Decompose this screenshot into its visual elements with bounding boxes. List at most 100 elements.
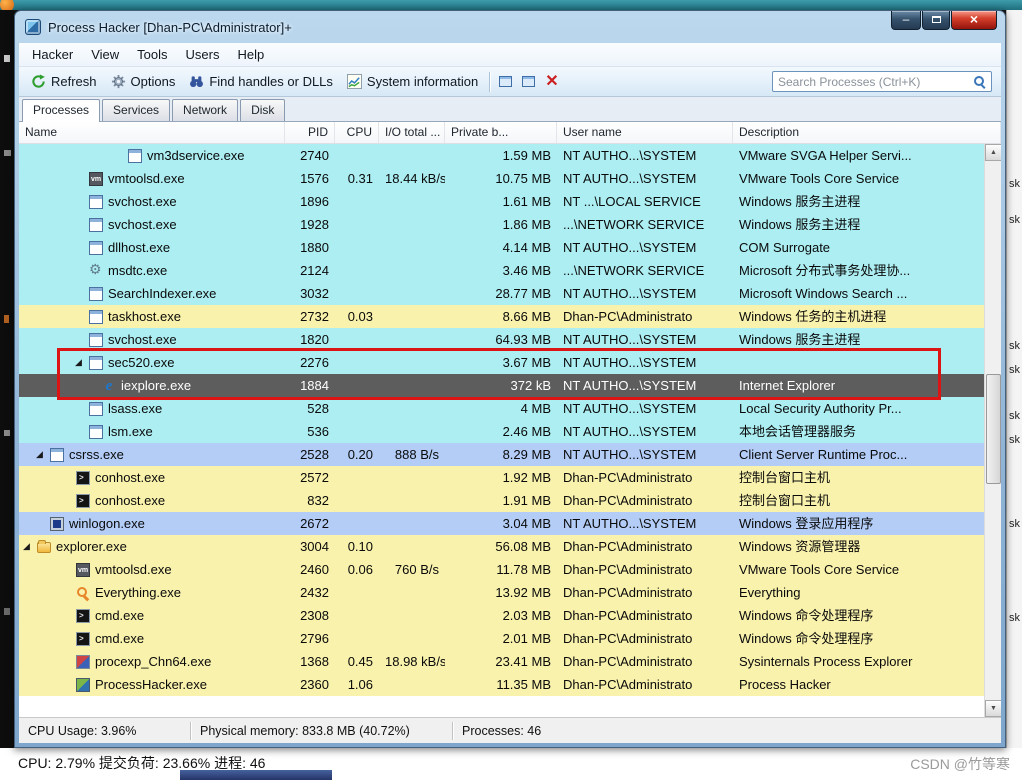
process-row[interactable]: vmtoolsd.exe 1576 0.31 18.44 kB/s 10.75 … bbox=[19, 167, 984, 190]
maximize-button[interactable] bbox=[922, 11, 950, 30]
window-tool-button-1[interactable] bbox=[494, 73, 517, 90]
process-cpu bbox=[335, 489, 379, 512]
process-name-cell: conhost.exe bbox=[19, 466, 285, 489]
process-row[interactable]: taskhost.exe 2732 0.03 8.66 MB Dhan-PC\A… bbox=[19, 305, 984, 328]
process-row[interactable]: iexplore.exe 1884 372 kB NT AUTHO...\SYS… bbox=[19, 374, 984, 397]
taskbar-fragment bbox=[180, 770, 332, 780]
minimize-button[interactable]: – bbox=[891, 11, 921, 30]
process-description: Windows 资源管理器 bbox=[733, 535, 984, 558]
process-cpu bbox=[335, 466, 379, 489]
menu-item[interactable]: View bbox=[82, 44, 128, 65]
tree-expander-icon[interactable] bbox=[36, 443, 50, 466]
process-private-bytes: 2.03 MB bbox=[445, 604, 557, 627]
window-icon bbox=[499, 76, 512, 87]
process-name-cell: iexplore.exe bbox=[19, 374, 285, 397]
process-row[interactable]: lsm.exe 536 2.46 MB NT AUTHO...\SYSTEM 本… bbox=[19, 420, 984, 443]
tab[interactable]: Processes bbox=[22, 99, 100, 122]
tree-indent bbox=[23, 178, 75, 179]
menu-item[interactable]: Help bbox=[228, 44, 273, 65]
process-cpu: 0.20 bbox=[335, 443, 379, 466]
options-button[interactable]: Options bbox=[104, 71, 183, 92]
close-tool-button[interactable]: ✕ bbox=[540, 72, 563, 92]
menu-item[interactable]: Users bbox=[177, 44, 229, 65]
process-row[interactable]: vmtoolsd.exe 2460 0.06 760 B/s 11.78 MB … bbox=[19, 558, 984, 581]
process-name: vmtoolsd.exe bbox=[108, 167, 185, 190]
tab[interactable]: Disk bbox=[240, 99, 285, 121]
tree-expander-icon[interactable] bbox=[75, 351, 89, 374]
scroll-down-button[interactable]: ▼ bbox=[985, 700, 1001, 717]
process-description: Internet Explorer bbox=[733, 374, 984, 397]
process-row[interactable]: SearchIndexer.exe 3032 28.77 MB NT AUTHO… bbox=[19, 282, 984, 305]
system-information-label: System information bbox=[367, 74, 478, 89]
menu-item[interactable]: Tools bbox=[128, 44, 176, 65]
column-header-user-name[interactable]: User name bbox=[557, 122, 733, 143]
process-name: cmd.exe bbox=[95, 627, 144, 650]
scrollbar-thumb[interactable] bbox=[986, 374, 1001, 484]
process-cpu bbox=[335, 420, 379, 443]
process-icon bbox=[89, 172, 103, 186]
process-row[interactable]: conhost.exe 2572 1.92 MB Dhan-PC\Adminis… bbox=[19, 466, 984, 489]
search-processes-input[interactable]: Search Processes (Ctrl+K) bbox=[772, 71, 992, 92]
process-row[interactable]: svchost.exe 1896 1.61 MB NT ...\LOCAL SE… bbox=[19, 190, 984, 213]
process-private-bytes: 3.46 MB bbox=[445, 259, 557, 282]
titlebar[interactable]: Process Hacker [Dhan-PC\Administrator]+ … bbox=[15, 11, 1005, 43]
process-io-total bbox=[379, 190, 445, 213]
process-name-cell: ProcessHacker.exe bbox=[19, 673, 285, 696]
process-description: VMware Tools Core Service bbox=[733, 167, 984, 190]
search-icon[interactable] bbox=[973, 75, 986, 88]
find-handles-button[interactable]: Find handles or DLLs bbox=[182, 71, 340, 92]
process-name-cell: vmtoolsd.exe bbox=[19, 167, 285, 190]
process-name-cell: svchost.exe bbox=[19, 213, 285, 236]
process-row[interactable]: svchost.exe 1928 1.86 MB ...\NETWORK SER… bbox=[19, 213, 984, 236]
process-row[interactable]: lsass.exe 528 4 MB NT AUTHO...\SYSTEM Lo… bbox=[19, 397, 984, 420]
process-description: Local Security Authority Pr... bbox=[733, 397, 984, 420]
window-body: HackerViewToolsUsersHelp Refresh Options… bbox=[19, 43, 1001, 743]
refresh-label: Refresh bbox=[51, 74, 97, 89]
column-header-private-bytes[interactable]: Private b... bbox=[445, 122, 557, 143]
process-row[interactable]: Everything.exe 2432 13.92 MB Dhan-PC\Adm… bbox=[19, 581, 984, 604]
tree-expander-icon[interactable] bbox=[23, 535, 37, 558]
column-header-pid[interactable]: PID bbox=[285, 122, 335, 143]
process-description: Microsoft Windows Search ... bbox=[733, 282, 984, 305]
vertical-scrollbar[interactable]: ▲ ▼ bbox=[984, 144, 1001, 717]
process-row[interactable]: conhost.exe 832 1.91 MB Dhan-PC\Administ… bbox=[19, 489, 984, 512]
maximize-icon bbox=[932, 16, 941, 23]
process-description: Windows 命令处理程序 bbox=[733, 604, 984, 627]
process-cpu bbox=[335, 213, 379, 236]
window-tool-button-2[interactable] bbox=[517, 73, 540, 90]
background-text-fragment: sk bbox=[1009, 410, 1020, 422]
process-row[interactable]: csrss.exe 2528 0.20 888 B/s 8.29 MB NT A… bbox=[19, 443, 984, 466]
column-header-cpu[interactable]: CPU bbox=[335, 122, 379, 143]
process-row[interactable]: vm3dservice.exe 2740 1.59 MB NT AUTHO...… bbox=[19, 144, 984, 167]
process-row[interactable]: winlogon.exe 2672 3.04 MB NT AUTHO...\SY… bbox=[19, 512, 984, 535]
tab[interactable]: Network bbox=[172, 99, 238, 121]
column-header-description[interactable]: Description bbox=[733, 122, 1001, 143]
refresh-button[interactable]: Refresh bbox=[24, 71, 104, 92]
column-header-name[interactable]: Name bbox=[19, 122, 285, 143]
process-description: 控制台窗口主机 bbox=[733, 489, 984, 512]
process-row[interactable]: svchost.exe 1820 64.93 MB NT AUTHO...\SY… bbox=[19, 328, 984, 351]
process-row[interactable]: cmd.exe 2796 2.01 MB Dhan-PC\Administrat… bbox=[19, 627, 984, 650]
process-row[interactable]: cmd.exe 2308 2.03 MB Dhan-PC\Administrat… bbox=[19, 604, 984, 627]
process-pid: 1576 bbox=[285, 167, 335, 190]
process-row[interactable]: dllhost.exe 1880 4.14 MB NT AUTHO...\SYS… bbox=[19, 236, 984, 259]
process-description: Windows 任务的主机进程 bbox=[733, 305, 984, 328]
process-row[interactable]: msdtc.exe 2124 3.46 MB ...\NETWORK SERVI… bbox=[19, 259, 984, 282]
process-row[interactable]: procexp_Chn64.exe 1368 0.45 18.98 kB/s 2… bbox=[19, 650, 984, 673]
process-name: procexp_Chn64.exe bbox=[95, 650, 211, 673]
column-header-io-total[interactable]: I/O total ... bbox=[379, 122, 445, 143]
scroll-up-button[interactable]: ▲ bbox=[985, 144, 1001, 161]
process-row[interactable]: sec520.exe 2276 3.67 MB NT AUTHO...\SYST… bbox=[19, 351, 984, 374]
menu-item[interactable]: Hacker bbox=[23, 44, 82, 65]
background-text-fragment: sk bbox=[1009, 518, 1020, 530]
system-information-button[interactable]: System information bbox=[340, 71, 485, 92]
tree-indent bbox=[23, 500, 62, 501]
process-row[interactable]: ProcessHacker.exe 2360 1.06 11.35 MB Dha… bbox=[19, 673, 984, 696]
process-row[interactable]: explorer.exe 3004 0.10 56.08 MB Dhan-PC\… bbox=[19, 535, 984, 558]
process-user-name: NT AUTHO...\SYSTEM bbox=[557, 420, 733, 443]
process-icon bbox=[76, 563, 90, 577]
process-private-bytes: 11.35 MB bbox=[445, 673, 557, 696]
tab[interactable]: Services bbox=[102, 99, 170, 121]
process-name: lsass.exe bbox=[108, 397, 162, 420]
close-button[interactable]: × bbox=[951, 11, 997, 30]
